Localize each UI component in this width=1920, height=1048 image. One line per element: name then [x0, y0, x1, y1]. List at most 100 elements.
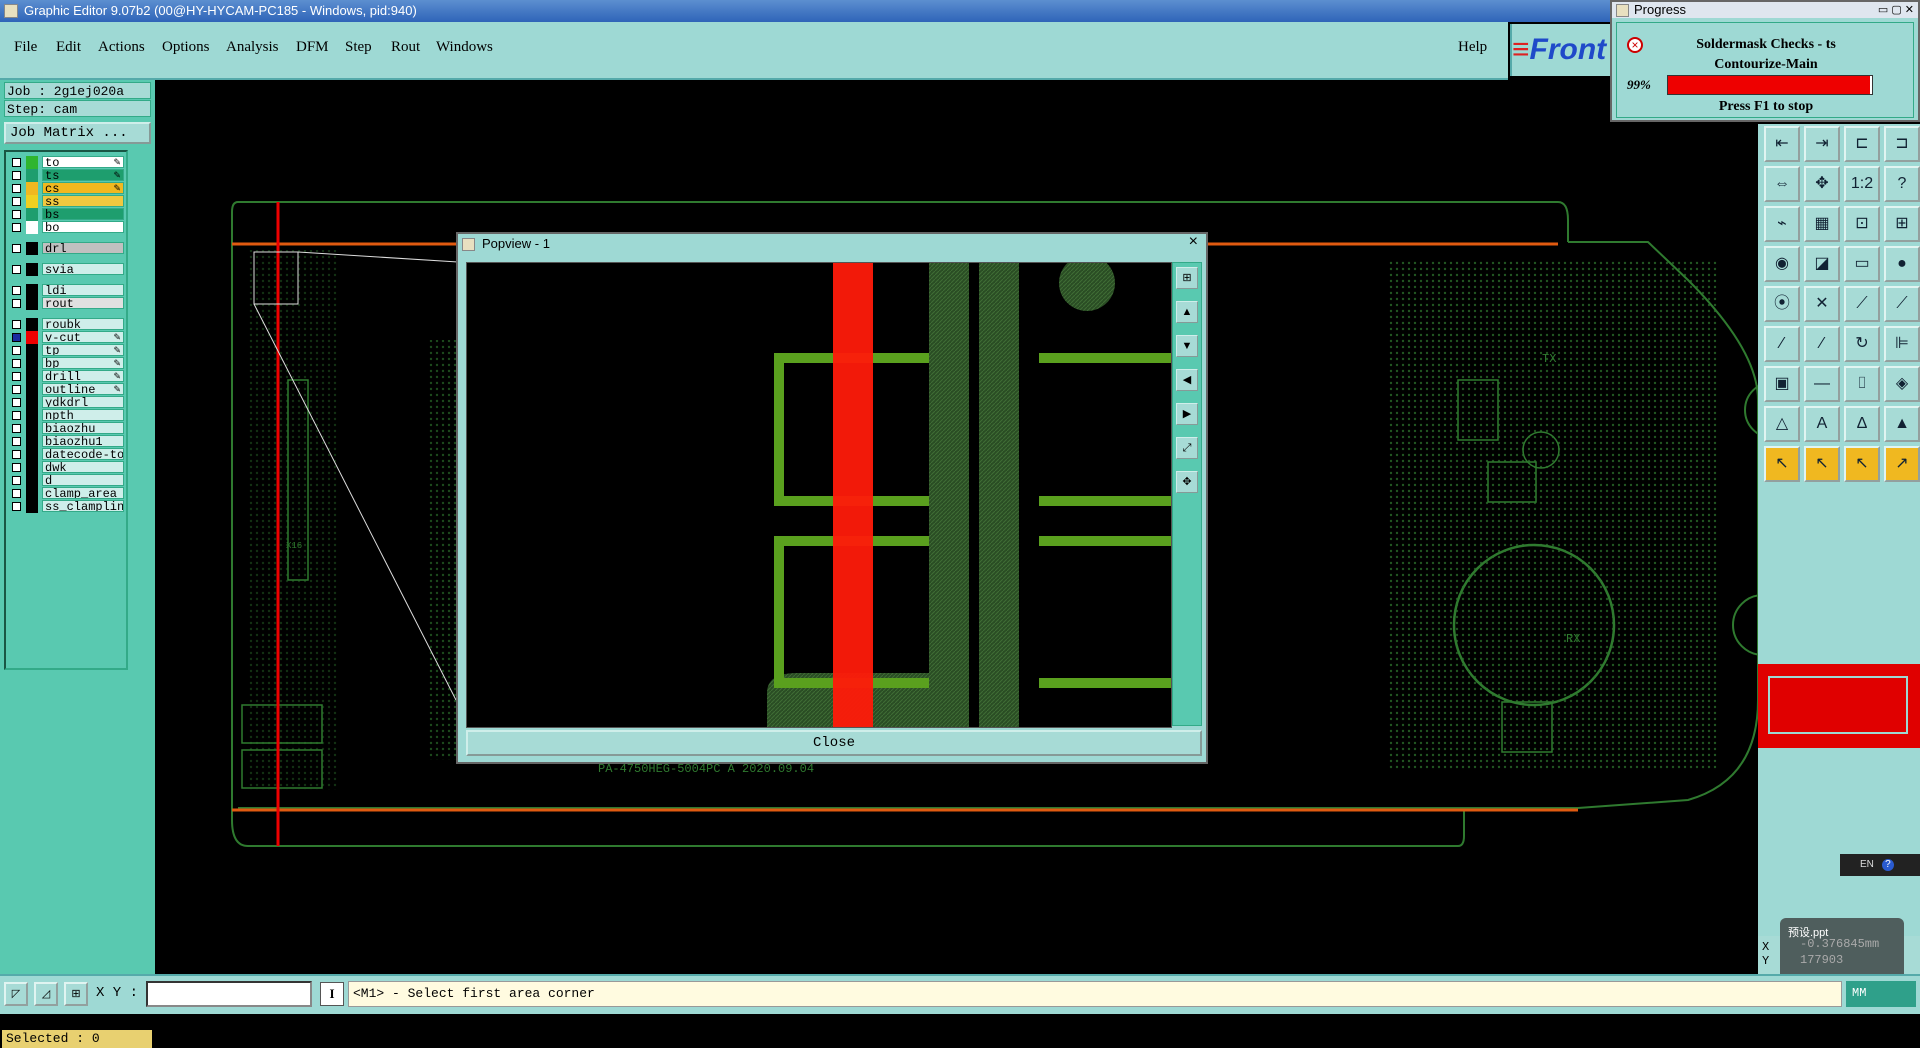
ruler-icon[interactable]: ▭: [1844, 246, 1880, 282]
measure-mode-icon[interactable]: ◿: [34, 982, 58, 1006]
zoom-up-icon[interactable]: ▲: [1176, 301, 1198, 323]
layer-name[interactable]: biaozhu1: [42, 435, 124, 447]
menu-actions[interactable]: Actions: [98, 39, 145, 56]
layer-name[interactable]: drl: [42, 242, 124, 254]
layer-row[interactable]: bo: [8, 221, 126, 234]
pointer-b-icon[interactable]: ↖: [1844, 446, 1880, 482]
pointer-alt-icon[interactable]: ↖: [1804, 446, 1840, 482]
window-controls-icon[interactable]: ▭ ▢ ✕: [1878, 2, 1914, 18]
layer-checkbox[interactable]: [12, 476, 21, 485]
scale-1-2-icon[interactable]: 1:2: [1844, 166, 1880, 202]
layer-name[interactable]: svia: [42, 263, 124, 275]
layer-color-swatch[interactable]: [26, 357, 38, 370]
layer-color-swatch[interactable]: [26, 242, 38, 255]
triangle-b-icon[interactable]: ∆: [1844, 406, 1880, 442]
layer-color-swatch[interactable]: [26, 409, 38, 422]
line-node-alt-icon[interactable]: ⟋: [1884, 286, 1920, 322]
layer-name[interactable]: clamp_area: [42, 487, 124, 499]
menu-rout[interactable]: Rout: [391, 39, 420, 56]
zoom-right-icon[interactable]: ▶: [1176, 403, 1198, 425]
layer-name[interactable]: roubk: [42, 318, 124, 330]
layer-row[interactable]: npth: [8, 409, 126, 422]
menu-file[interactable]: File: [14, 39, 37, 56]
layer-color-swatch[interactable]: [26, 435, 38, 448]
pointer-icon[interactable]: ↖: [1764, 446, 1800, 482]
layer-color-swatch[interactable]: [26, 221, 38, 234]
layer-checkbox[interactable]: [12, 223, 21, 232]
layer-checkbox[interactable]: [12, 489, 21, 498]
layer-checkbox[interactable]: [12, 184, 21, 193]
layer-name[interactable]: ss: [42, 195, 124, 207]
layer-row[interactable]: bp ✎: [8, 357, 126, 370]
help-icon[interactable]: ?: [1881, 859, 1894, 871]
progress-title-bar[interactable]: Progress ▭ ▢ ✕: [1612, 2, 1918, 18]
popview-canvas[interactable]: [466, 262, 1172, 728]
layer-name[interactable]: ss_clampline: [42, 500, 124, 512]
snap-icon[interactable]: ⊡: [1844, 206, 1880, 242]
layer-checkbox[interactable]: [12, 385, 21, 394]
layer-row[interactable]: rout: [8, 297, 126, 310]
layer-name[interactable]: npth: [42, 409, 124, 421]
popview-title-bar[interactable]: Popview - 1 ×: [458, 233, 1206, 254]
layer-color-swatch[interactable]: [26, 396, 38, 409]
layer-checkbox[interactable]: [12, 299, 21, 308]
layer-checkbox[interactable]: [12, 502, 21, 511]
layer-name[interactable]: rout: [42, 297, 124, 309]
xy-input[interactable]: [146, 981, 312, 1007]
layer-row[interactable]: dwk: [8, 461, 126, 474]
layer-row[interactable]: ydkdrl: [8, 396, 126, 409]
snap-alt-icon[interactable]: ⊞: [1884, 206, 1920, 242]
cursor-icon[interactable]: I: [320, 982, 344, 1006]
menu-edit[interactable]: Edit: [56, 39, 81, 56]
layer-color-swatch[interactable]: [26, 344, 38, 357]
layer-row[interactable]: svia: [8, 263, 126, 276]
layer-color-swatch[interactable]: [26, 461, 38, 474]
layer-name[interactable]: to ✎: [42, 156, 124, 168]
layer-checkbox[interactable]: [12, 398, 21, 407]
menu-options[interactable]: Options: [162, 39, 210, 56]
layer-row[interactable]: ts ✎: [8, 169, 126, 182]
draw-line-alt-icon[interactable]: ∕: [1804, 326, 1840, 362]
layer-row[interactable]: drl: [8, 242, 126, 255]
layer-color-swatch[interactable]: [26, 448, 38, 461]
popview-close-button[interactable]: Close: [466, 730, 1202, 756]
layer-row[interactable]: ldi: [8, 284, 126, 297]
menu-analysis[interactable]: Analysis: [226, 39, 279, 56]
layer-checkbox[interactable]: [12, 450, 21, 459]
layer-row[interactable]: clamp_area: [8, 487, 126, 500]
layer-row[interactable]: ss_clampline: [8, 500, 126, 513]
layer-name[interactable]: ts ✎: [42, 169, 124, 181]
layer-row[interactable]: d: [8, 474, 126, 487]
layer-name[interactable]: tp ✎: [42, 344, 124, 356]
layer-color-swatch[interactable]: [26, 318, 38, 331]
layer-row[interactable]: drill ✎: [8, 370, 126, 383]
layer-checkbox[interactable]: [12, 359, 21, 368]
layer-name[interactable]: ldi: [42, 284, 124, 296]
layer-row[interactable]: biaozhu1: [8, 435, 126, 448]
triangle-a-icon[interactable]: A: [1804, 406, 1840, 442]
select-area-icon[interactable]: ◪: [1804, 246, 1840, 282]
fit-sel-icon[interactable]: ✥: [1176, 471, 1198, 493]
circle-icon[interactable]: ●: [1884, 246, 1920, 282]
zoom-window-icon[interactable]: ⊞: [1176, 267, 1198, 289]
layer-name[interactable]: ydkdrl: [42, 396, 124, 408]
layer-name[interactable]: bp ✎: [42, 357, 124, 369]
draw-mode-icon[interactable]: ◸: [4, 982, 28, 1006]
layer-checkbox[interactable]: [12, 210, 21, 219]
layer-name[interactable]: biaozhu: [42, 422, 124, 434]
zoom-in-icon[interactable]: ⇥: [1804, 126, 1840, 162]
layer-color-swatch[interactable]: [26, 284, 38, 297]
menu-dfm[interactable]: DFM: [296, 39, 329, 56]
layer-checkbox[interactable]: [12, 333, 21, 342]
pad-icon[interactable]: ▣: [1764, 366, 1800, 402]
layer-name[interactable]: bo: [42, 221, 124, 233]
layer-checkbox[interactable]: [12, 158, 21, 167]
layer-color-swatch[interactable]: [26, 487, 38, 500]
fit-all-icon[interactable]: ⤢: [1176, 437, 1198, 459]
layer-color-swatch[interactable]: [26, 169, 38, 182]
center-icon[interactable]: ✥: [1804, 166, 1840, 202]
ime-indicator[interactable]: EN?: [1840, 854, 1920, 876]
minus-icon[interactable]: —: [1804, 366, 1840, 402]
layer-color-swatch[interactable]: [26, 156, 38, 169]
layer-color-swatch[interactable]: [26, 422, 38, 435]
